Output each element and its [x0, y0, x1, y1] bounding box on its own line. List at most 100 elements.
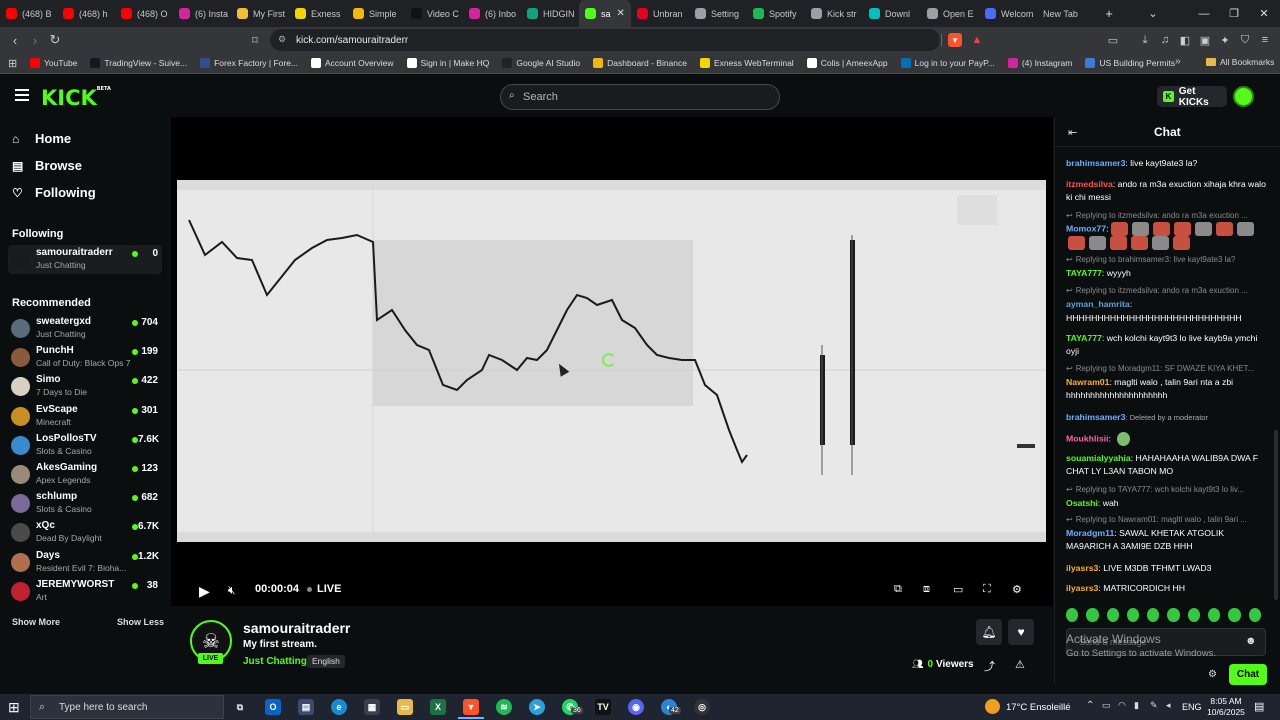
- bookmark-item[interactable]: TradingView - Suive...: [90, 58, 187, 68]
- sidebar-channel[interactable]: samouraitraderr Just Chatting 0: [8, 245, 162, 274]
- maximize-button[interactable]: ❐: [1218, 0, 1250, 27]
- mute-button[interactable]: 🔇︎: [228, 583, 236, 598]
- send-chat-button[interactable]: Chat: [1229, 664, 1267, 685]
- chat-reply-context[interactable]: ↩ Replying to itzmedsilva: ando ra m3a ex…: [1066, 286, 1266, 295]
- close-tab-icon[interactable]: ✕: [617, 8, 625, 19]
- quick-emote-icon[interactable]: [1187, 608, 1201, 622]
- sidebar-channel[interactable]: xQc Dead By Daylight 6.7K: [8, 518, 162, 547]
- chat-username[interactable]: Osatshi: [1066, 498, 1098, 508]
- sidebar-channel[interactable]: sweatergxd Just Chatting 704: [8, 314, 162, 343]
- bookmark-item[interactable]: Sign in | Make HQ: [406, 58, 489, 68]
- sidebar-item-browse[interactable]: ▤ Browse: [12, 158, 82, 173]
- browser-tab[interactable]: Simple: [347, 0, 405, 27]
- quick-emote-icon[interactable]: [1248, 608, 1261, 622]
- discord-icon[interactable]: ◉: [628, 699, 644, 715]
- outlook-icon[interactable]: O: [265, 699, 281, 715]
- brave-shields-icon[interactable]: ▼: [948, 33, 962, 47]
- follow-heart-icon[interactable]: ♥: [1008, 619, 1034, 645]
- all-bookmarks-link[interactable]: All Bookmarks: [1206, 57, 1274, 67]
- browser-tab[interactable]: Unbran: [631, 0, 689, 27]
- browser-tab[interactable]: Exness: [289, 0, 347, 27]
- chat-reply-context[interactable]: ↩ Replying to Nawram01: maglti walo , tal…: [1066, 515, 1266, 524]
- sidebar-channel[interactable]: Days Resident Evil 7: Bioha... 1.2K: [8, 548, 162, 577]
- new-tab-plus-icon[interactable]: +: [1099, 0, 1119, 27]
- browser-tab[interactable]: Setting: [689, 0, 747, 27]
- bookmark-item[interactable]: Account Overview: [311, 58, 394, 68]
- kick-logo[interactable]: KICKBETA: [41, 86, 111, 110]
- browser-tab[interactable]: (468) h: [57, 0, 115, 27]
- browser-tab[interactable]: Kick str: [805, 0, 863, 27]
- browser-tab[interactable]: My First: [231, 0, 289, 27]
- site-info-icon[interactable]: ⚙: [278, 34, 288, 44]
- bookmark-item[interactable]: Google AI Studio: [502, 58, 580, 68]
- chat-username[interactable]: TAYA777: [1066, 268, 1102, 278]
- clip-icon[interactable]: ⧈: [923, 583, 930, 596]
- browser-tab[interactable]: Downl: [863, 0, 921, 27]
- bookmark-page-icon[interactable]: ⌑: [246, 31, 264, 49]
- bookmark-item[interactable]: Colis | AmeexApp: [806, 58, 888, 68]
- bookmark-item[interactable]: YouTube: [30, 58, 77, 68]
- browser-tab[interactable]: (6) Insta: [173, 0, 231, 27]
- tray-volume-icon[interactable]: ◂: [1166, 700, 1171, 711]
- excel-icon[interactable]: X: [430, 699, 446, 715]
- media-icon[interactable]: ♫: [1158, 33, 1172, 47]
- weather-text[interactable]: 17°C Ensoleillé: [1006, 702, 1071, 713]
- browser-tab[interactable]: (468) O: [115, 0, 173, 27]
- chat-reply-context[interactable]: ↩ Replying to brahimsamer3: live kayt9ate…: [1066, 255, 1266, 264]
- sidebar-channel[interactable]: JEREMYWORST Art 38: [8, 577, 162, 606]
- sidebar-channel[interactable]: Simo 7 Days to Die 422: [8, 372, 162, 401]
- chat-username[interactable]: ilyasrs3: [1066, 583, 1098, 593]
- tray-network-icon[interactable]: ▭: [1102, 700, 1111, 711]
- user-avatar[interactable]: [1233, 86, 1254, 107]
- chat-username[interactable]: brahimsamer3: [1066, 412, 1125, 422]
- sidebar-channel[interactable]: schlump Slots & Casino 682: [8, 489, 162, 518]
- sidebar-toggle-icon[interactable]: ◧: [1178, 33, 1192, 47]
- minimize-button[interactable]: —: [1188, 0, 1220, 27]
- show-less-link[interactable]: Show Less: [117, 617, 164, 627]
- chat-username[interactable]: Momox77: [1066, 223, 1106, 233]
- quick-emote-icon[interactable]: [1066, 608, 1079, 622]
- task-view-icon[interactable]: ⧉: [232, 699, 248, 715]
- search-input[interactable]: ⌕ Search: [500, 84, 780, 110]
- quick-emote-icon[interactable]: [1147, 608, 1160, 622]
- emote-picker-icon[interactable]: ☻: [1245, 635, 1257, 647]
- bookmark-item[interactable]: Exness WebTerminal: [700, 58, 794, 68]
- tradingview-icon[interactable]: TV: [595, 699, 611, 715]
- back-icon[interactable]: ‹: [6, 31, 24, 49]
- player-settings-icon[interactable]: ⚙: [1012, 583, 1022, 596]
- sidebar-channel[interactable]: AkesGaming Apex Legends 123: [8, 460, 162, 489]
- picture-in-picture-icon[interactable]: ⧉: [894, 583, 902, 596]
- fullscreen-icon[interactable]: ⛶: [983, 583, 991, 596]
- browser-tab[interactable]: Open E: [921, 0, 979, 27]
- browser-tab[interactable]: sa ✕: [579, 0, 631, 27]
- calculator-icon[interactable]: ▦: [364, 699, 380, 715]
- sidebar-item-home[interactable]: ⌂ Home: [12, 131, 71, 146]
- hamburger-menu-icon[interactable]: [15, 89, 29, 101]
- downloads-icon[interactable]: ⤓: [1138, 33, 1152, 47]
- browser-tab[interactable]: Spotify: [747, 0, 805, 27]
- browser-tab[interactable]: (468) B: [0, 0, 57, 27]
- browser-tab[interactable]: Video C: [405, 0, 463, 27]
- bookmark-item[interactable]: Forex Factory | Fore...: [200, 58, 298, 68]
- windows-start-icon[interactable]: ⊞: [8, 699, 20, 716]
- weather-sun-icon[interactable]: [985, 699, 1000, 714]
- tray-pen-icon[interactable]: ✎: [1150, 700, 1158, 711]
- forward-icon[interactable]: ›: [26, 31, 44, 49]
- stream-category[interactable]: Just Chatting: [243, 656, 307, 667]
- report-icon[interactable]: ⚠: [1015, 658, 1025, 671]
- browser-tab[interactable]: (6) Inbo: [463, 0, 521, 27]
- input-language[interactable]: ENG: [1182, 702, 1202, 712]
- file-explorer-icon[interactable]: ▭: [397, 699, 413, 715]
- taskbar-clock[interactable]: 8:05 AM 10/6/2025: [1206, 696, 1246, 718]
- brave-rewards-icon[interactable]: ▲: [970, 33, 984, 47]
- chat-reply-context[interactable]: ↩ Replying to itzmedsilva: ando ra m3a ex…: [1066, 211, 1266, 220]
- chat-username[interactable]: Nawram01: [1066, 377, 1109, 387]
- notification-center-icon[interactable]: ▤: [1254, 700, 1264, 713]
- sidebar-channel[interactable]: PunchH Call of Duty: Black Ops 7 199: [8, 343, 162, 372]
- chat-username[interactable]: ilyasrs3: [1066, 563, 1098, 573]
- sidebar-item-following[interactable]: ♡ Following: [12, 185, 96, 200]
- reload-icon[interactable]: ↻: [46, 31, 64, 49]
- browser-tab[interactable]: New Tab: [1037, 0, 1099, 27]
- brave-taskbar-icon[interactable]: ▼: [463, 699, 479, 715]
- chat-reply-context[interactable]: ↩ Replying to Moradgm11: SF DWAZE KIYA KH…: [1066, 364, 1266, 373]
